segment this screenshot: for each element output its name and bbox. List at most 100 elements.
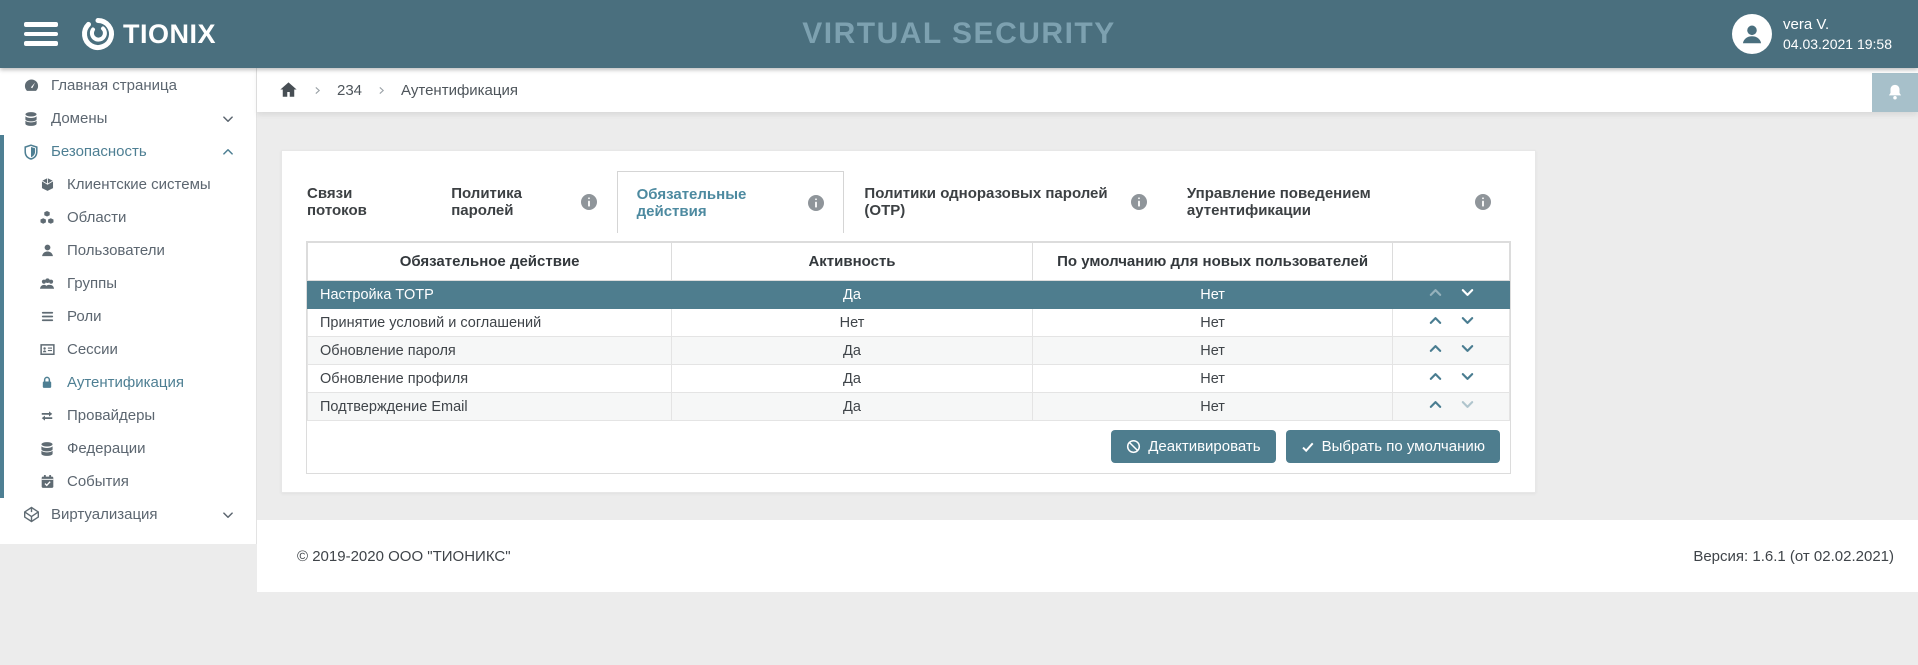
user-name: vera V. (1783, 16, 1830, 33)
sidebar-item-label: Безопасность (51, 143, 147, 160)
sidebar-item-users[interactable]: Пользователи (4, 234, 256, 267)
row-reorder-cell (1392, 392, 1510, 421)
cube-icon (37, 177, 57, 192)
calendar-check-icon (37, 474, 57, 489)
table-row[interactable]: Обновление пароля Да Нет (306, 336, 1510, 365)
tab-otp-policies[interactable]: Политики одноразовых паролей (OTP) (844, 171, 1167, 233)
notifications-button[interactable] (1872, 73, 1918, 112)
sidebar-item-label: Клиентские системы (67, 176, 211, 193)
chevron-up-icon (222, 146, 234, 158)
authentication-card: Связи потоков Политика паролей Обязатель… (281, 150, 1536, 493)
avatar (1732, 14, 1772, 54)
column-header-default: По умолчанию для новых пользователей (1031, 242, 1394, 281)
table-row[interactable]: Обновление профиля Да Нет (306, 364, 1510, 393)
exchange-icon (37, 409, 57, 423)
tab-auth-behavior[interactable]: Управление поведением аутентификации (1167, 171, 1511, 233)
brand-name: TIONIX (123, 18, 217, 49)
move-down-icon[interactable] (1460, 369, 1475, 384)
deactivate-button[interactable]: Деактивировать (1111, 430, 1276, 463)
sidebar-item-virtualization[interactable]: Виртуализация (0, 498, 256, 531)
sidebar-item-groups[interactable]: Группы (4, 267, 256, 300)
sidebar-item-security[interactable]: Безопасность (4, 135, 256, 168)
version-text: Версия: 1.6.1 (от 02.02.2021) (1693, 547, 1894, 565)
breadcrumb-item-current[interactable]: Аутентификация (401, 82, 518, 99)
tab-required-actions[interactable]: Обязательные действия (616, 171, 845, 233)
sidebar-item-label: Виртуализация (51, 506, 158, 523)
info-icon (808, 194, 825, 211)
table-row[interactable]: Принятие условий и соглашений Нет Нет (306, 308, 1510, 337)
move-down-icon[interactable] (1460, 397, 1475, 412)
tionix-logo-icon (80, 16, 116, 52)
home-icon[interactable] (279, 81, 298, 99)
sidebar-item-authentication[interactable]: Аутентификация (4, 366, 256, 399)
database-icon (21, 111, 41, 127)
move-up-icon[interactable] (1428, 341, 1443, 356)
sidebar: Главная страница Домены Безопасность Кли… (0, 68, 257, 544)
column-header-active: Активность (671, 242, 1033, 281)
id-card-icon (37, 342, 57, 357)
sidebar-item-label: Роли (67, 308, 102, 325)
required-actions-table: Обязательное действие Активность По умол… (306, 242, 1510, 421)
chevron-down-icon (222, 509, 234, 521)
move-down-icon[interactable] (1460, 341, 1475, 356)
chevron-right-icon (377, 85, 386, 96)
sidebar-item-label: Области (67, 209, 127, 226)
tab-bar: Связи потоков Политика паролей Обязатель… (306, 171, 1511, 233)
app-logo[interactable]: TIONIX (80, 16, 216, 52)
sidebar-item-providers[interactable]: Провайдеры (4, 399, 256, 432)
table-row[interactable]: Настройка TOTP Да Нет (306, 280, 1510, 309)
users-icon (37, 276, 57, 291)
sidebar-item-label: Аутентификация (67, 374, 184, 391)
tab-flow-bindings[interactable]: Связи потоков (306, 171, 431, 233)
sidebar-item-federations[interactable]: Федерации (4, 432, 256, 465)
move-up-icon[interactable] (1428, 285, 1443, 300)
tab-password-policy[interactable]: Политика паролей (431, 171, 616, 233)
breadcrumb: 234 Аутентификация (257, 68, 1918, 112)
sidebar-item-client-systems[interactable]: Клиентские системы (4, 168, 256, 201)
row-reorder-cell (1392, 280, 1510, 309)
sidebar-item-realms[interactable]: Области (4, 201, 256, 234)
sidebar-item-domains[interactable]: Домены (0, 102, 256, 135)
menu-icon[interactable] (24, 17, 58, 51)
page-footer: © 2019-2020 ООО "ТИОНИКС" Версия: 1.6.1 … (257, 520, 1918, 592)
lock-icon (37, 375, 57, 390)
sidebar-item-events[interactable]: События (4, 465, 256, 498)
table-row[interactable]: Подтверждение Email Да Нет (306, 392, 1510, 421)
shield-icon (21, 143, 41, 160)
column-header-action: Обязательное действие (306, 242, 673, 281)
move-down-icon[interactable] (1460, 313, 1475, 328)
sidebar-item-roles[interactable]: Роли (4, 300, 256, 333)
sidebar-item-home[interactable]: Главная страница (0, 69, 256, 102)
user-datetime: 04.03.2021 19:58 (1783, 36, 1892, 52)
user-menu[interactable]: vera V. 04.03.2021 19:58 (1732, 0, 1892, 68)
sidebar-item-sessions[interactable]: Сессии (4, 333, 256, 366)
bell-icon (1885, 82, 1905, 103)
sidebar-item-label: Домены (51, 110, 108, 127)
copyright-text: © 2019-2020 ООО "ТИОНИКС" (297, 547, 511, 565)
sidebar-item-label: События (67, 473, 129, 490)
row-reorder-cell (1392, 364, 1510, 393)
cubes-icon (37, 210, 57, 226)
chevron-down-icon (222, 113, 234, 125)
info-icon (580, 194, 597, 210)
sidebar-item-label: Пользователи (67, 242, 165, 259)
move-up-icon[interactable] (1428, 313, 1443, 328)
row-reorder-cell (1392, 308, 1510, 337)
sidebar-item-label: Федерации (67, 440, 146, 457)
move-down-icon[interactable] (1460, 285, 1475, 300)
top-bar: TIONIX VIRTUAL SECURITY vera V. 04.03.20… (0, 0, 1918, 68)
move-up-icon[interactable] (1428, 397, 1443, 412)
row-reorder-cell (1392, 336, 1510, 365)
ban-icon (1126, 439, 1141, 454)
move-up-icon[interactable] (1428, 369, 1443, 384)
table-actions: Деактивировать Выбрать по умолчанию (307, 421, 1510, 473)
sidebar-item-label: Сессии (67, 341, 118, 358)
page-title: VIRTUAL SECURITY (802, 17, 1116, 50)
set-default-button[interactable]: Выбрать по умолчанию (1285, 430, 1500, 463)
required-actions-panel: Обязательное действие Активность По умол… (306, 241, 1511, 474)
info-icon (1475, 194, 1491, 210)
breadcrumb-item-realm[interactable]: 234 (337, 82, 362, 99)
user-icon (37, 243, 57, 258)
sidebar-item-label: Группы (67, 275, 117, 292)
database-icon (37, 441, 57, 457)
